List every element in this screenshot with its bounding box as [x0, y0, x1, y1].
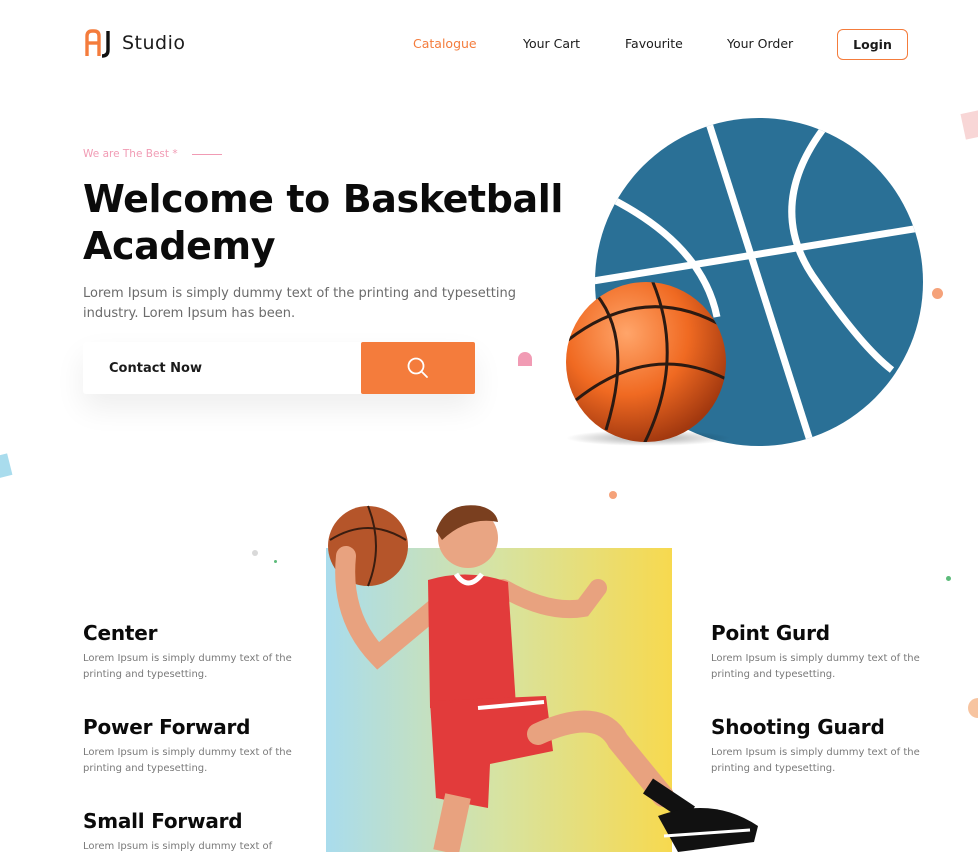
hero-title: Welcome to Basketball Academy	[83, 177, 563, 268]
aj-logo-icon	[85, 29, 110, 58]
green-dot-decoration	[274, 560, 277, 563]
position-title: Power Forward	[83, 715, 251, 739]
position-description: Lorem Ipsum is simply dummy text of the …	[711, 653, 920, 680]
position-title: Center	[83, 621, 158, 645]
pink-square-decoration	[960, 110, 978, 140]
brand-logo[interactable]: Studio	[84, 28, 186, 58]
position-small-forward: Small Forward Lorem Ipsum is simply dumm…	[83, 808, 313, 852]
position-title: Point Gurd	[711, 621, 830, 645]
position-shooting-guard: Shooting Guard Lorem Ipsum is simply dum…	[711, 714, 941, 776]
position-description: Lorem Ipsum is simply dummy text of the …	[83, 653, 292, 680]
login-button[interactable]: Login	[837, 29, 908, 60]
position-center: Center Lorem Ipsum is simply dummy text …	[83, 620, 313, 682]
hero-tagline: We are The Best *	[83, 148, 222, 160]
position-title: Small Forward	[83, 809, 243, 833]
tagline-divider	[191, 153, 222, 155]
orange-dot-decoration	[932, 288, 943, 299]
peach-circle-decoration	[968, 698, 978, 718]
position-description: Lorem Ipsum is simply dummy text of the …	[711, 747, 920, 774]
position-title: Shooting Guard	[711, 715, 885, 739]
position-description: Lorem Ipsum is simply dummy text of the …	[83, 747, 292, 774]
position-power-forward: Power Forward Lorem Ipsum is simply dumm…	[83, 714, 313, 776]
small-green-dot	[946, 576, 951, 581]
position-description: Lorem Ipsum is simply dummy text of	[83, 841, 273, 852]
tagline-text: We are The Best *	[83, 148, 178, 160]
nav-catalogue[interactable]: Catalogue	[413, 36, 477, 51]
contact-cta: Contact Now	[83, 342, 475, 394]
search-button[interactable]	[361, 342, 475, 394]
nav-your-order[interactable]: Your Order	[727, 36, 793, 51]
search-icon	[407, 357, 428, 378]
basketball-player-image	[328, 505, 758, 852]
brand-name: Studio	[122, 32, 186, 54]
contact-now-button[interactable]: Contact Now	[83, 342, 361, 394]
position-point-guard: Point Gurd Lorem Ipsum is simply dummy t…	[711, 620, 941, 682]
hero-description: Lorem Ipsum is simply dummy text of the …	[83, 286, 517, 321]
nav-your-cart[interactable]: Your Cart	[523, 36, 580, 51]
pink-half-circle-decoration	[518, 352, 532, 366]
orange-basketball-image	[566, 282, 730, 446]
nav-favourite[interactable]: Favourite	[625, 36, 683, 51]
blue-square-decoration	[0, 453, 13, 479]
grey-dot-decoration	[252, 550, 258, 556]
